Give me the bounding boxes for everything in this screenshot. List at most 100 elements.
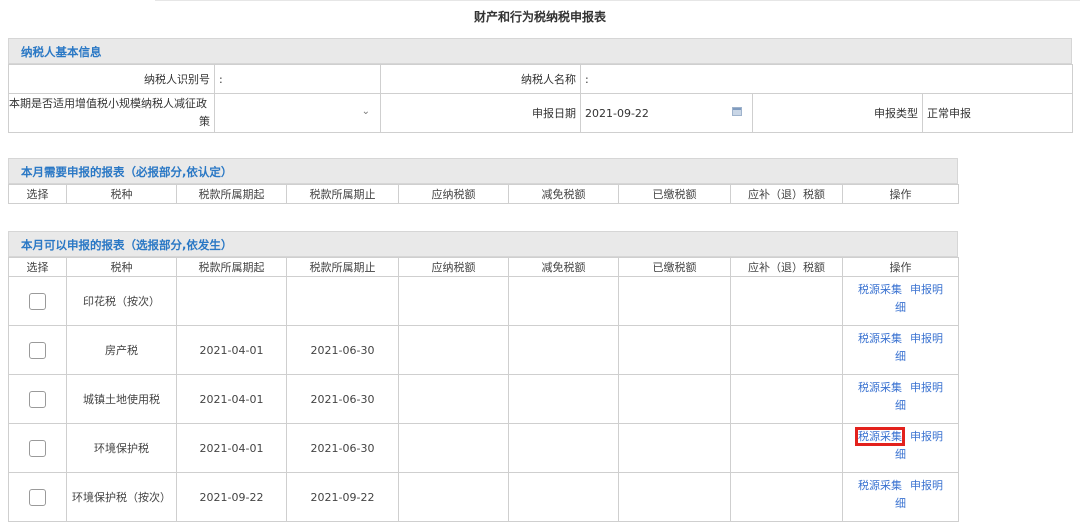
reduction-cell (508, 276, 619, 326)
declaration-detail-link[interactable]: 申报明 (910, 430, 943, 443)
payable-cell (398, 472, 509, 522)
period-end: 2021-09-22 (286, 472, 399, 522)
tax-name: 印花税（按次） (66, 276, 177, 326)
declaration-detail-link-cont[interactable]: 细 (895, 448, 906, 461)
type-value: 正常申报 (922, 93, 1073, 133)
due-cell (730, 423, 843, 473)
ops-cell: 税源采集 申报明 细 (842, 276, 959, 326)
declaration-detail-link[interactable]: 申报明 (910, 479, 943, 492)
col-end: 税款所属期止 (286, 257, 399, 277)
declaration-detail-link[interactable]: 申报明 (910, 381, 943, 394)
row-checkbox[interactable] (29, 439, 46, 457)
reduction-cell (508, 472, 619, 522)
reduction-cell (508, 325, 619, 375)
col-start: 税款所属期起 (176, 184, 287, 204)
payable-cell (398, 423, 509, 473)
col-reduction: 减免税额 (508, 184, 619, 204)
basic-info-header: 纳税人基本信息 (8, 38, 1072, 64)
period-end: 2021-06-30 (286, 325, 399, 375)
taxpayer-id-value: : (214, 64, 381, 94)
due-cell (730, 374, 843, 424)
table-row: 印花税（按次） 税源采集 申报明 细 (8, 276, 959, 326)
tax-name: 城镇土地使用税 (66, 374, 177, 424)
tax-source-collect-link[interactable]: 税源采集 (858, 381, 902, 394)
row-checkbox[interactable] (29, 292, 46, 310)
taxpayer-name-value: : (580, 64, 1073, 94)
declaration-detail-link[interactable]: 申报明 (910, 283, 943, 296)
period-start: 2021-04-01 (176, 423, 287, 473)
row-checkbox[interactable] (29, 488, 46, 506)
paid-cell (618, 472, 731, 522)
chevron-down-icon: ⌄ (361, 106, 370, 117)
page-title: 财产和行为税纳税申报表 (473, 10, 606, 24)
period-end: 2021-06-30 (286, 374, 399, 424)
col-due: 应补（退）税额 (730, 184, 843, 204)
ops-cell: 税源采集 申报明 细 (842, 374, 959, 424)
col-select: 选择 (8, 257, 67, 277)
policy-label: 本期是否适用增值税小规模纳税人减征政 策 (8, 93, 215, 133)
declaration-detail-link[interactable]: 申报明 (910, 332, 943, 345)
declaration-detail-link-cont[interactable]: 细 (895, 399, 906, 412)
payable-cell (398, 325, 509, 375)
col-select: 选择 (8, 184, 67, 204)
col-reduction: 减免税额 (508, 257, 619, 277)
policy-label-line2: 策 (199, 115, 210, 128)
row-checkbox[interactable] (29, 390, 46, 408)
declaration-detail-link-cont[interactable]: 细 (895, 301, 906, 314)
payable-cell (398, 276, 509, 326)
col-payable: 应纳税额 (398, 184, 509, 204)
policy-select[interactable]: ⌄ (214, 93, 381, 133)
ops-cell: 税源采集 申报明 细 (842, 423, 959, 473)
tax-source-collect-link[interactable]: 税源采集 (858, 479, 902, 492)
optional-table: 选择 税种 税款所属期起 税款所属期止 应纳税额 减免税额 已缴税额 应补（退）… (8, 257, 959, 522)
optional-section: 本月可以申报的报表（选报部分,依发生） 选择 税种 税款所属期起 税款所属期止 … (8, 231, 959, 522)
paid-cell (618, 423, 731, 473)
basic-info-table: 纳税人识别号 : 纳税人名称 : 本期是否适用增值税小规模纳税人减征政 策 ⌄ … (8, 64, 1073, 133)
col-payable: 应纳税额 (398, 257, 509, 277)
declaration-detail-link-cont[interactable]: 细 (895, 350, 906, 363)
reduction-cell (508, 423, 619, 473)
reduction-cell (508, 374, 619, 424)
col-tax: 税种 (66, 184, 177, 204)
col-paid: 已缴税额 (618, 184, 731, 204)
paid-cell (618, 374, 731, 424)
period-start: 2021-04-01 (176, 325, 287, 375)
tax-source-collect-link-highlighted[interactable]: 税源采集 (855, 427, 905, 446)
basic-info-section: 纳税人基本信息 纳税人识别号 : 纳税人名称 : 本期是否适用增值税小规模纳税人… (8, 38, 1073, 133)
tax-name: 环境保护税（按次） (66, 472, 177, 522)
table-row: 房产税 2021-04-01 2021-06-30 税源采集 申报明 细 (8, 325, 959, 375)
taxpayer-id-label: 纳税人识别号 (8, 64, 215, 94)
paid-cell (618, 325, 731, 375)
tax-name: 环境保护税 (66, 423, 177, 473)
calendar-icon[interactable] (732, 107, 742, 116)
policy-label-line1: 本期是否适用增值税小规模纳税人减征政 (9, 97, 207, 110)
ops-cell: 税源采集 申报明 细 (842, 472, 959, 522)
paid-cell (618, 276, 731, 326)
top-bar: 财产和行为税纳税申报表 (0, 0, 1080, 34)
due-cell (730, 325, 843, 375)
tax-source-collect-link[interactable]: 税源采集 (858, 332, 902, 345)
table-row: 城镇土地使用税 2021-04-01 2021-06-30 税源采集 申报明 细 (8, 374, 959, 424)
tax-source-collect-link[interactable]: 税源采集 (858, 283, 902, 296)
col-start: 税款所属期起 (176, 257, 287, 277)
col-ops: 操作 (842, 257, 959, 277)
required-section: 本月需要申报的报表（必报部分,依认定） 选择 税种 税款所属期起 税款所属期止 … (8, 158, 959, 204)
tax-name: 房产税 (66, 325, 177, 375)
date-field[interactable]: 2021-09-22 (580, 93, 753, 133)
due-cell (730, 276, 843, 326)
payable-cell (398, 374, 509, 424)
period-end (286, 276, 399, 326)
col-ops: 操作 (842, 184, 959, 204)
table-row: 环境保护税 2021-04-01 2021-06-30 税源采集 申报明 细 (8, 423, 959, 473)
taxpayer-name-label: 纳税人名称 (380, 64, 581, 94)
period-end: 2021-06-30 (286, 423, 399, 473)
required-table: 选择 税种 税款所属期起 税款所属期止 应纳税额 减免税额 已缴税额 应补（退）… (8, 184, 959, 204)
type-label: 申报类型 (752, 93, 923, 133)
date-value: 2021-09-22 (585, 106, 649, 120)
row-checkbox[interactable] (29, 341, 46, 359)
col-end: 税款所属期止 (286, 184, 399, 204)
required-header: 本月需要申报的报表（必报部分,依认定） (8, 158, 958, 184)
declaration-detail-link-cont[interactable]: 细 (895, 497, 906, 510)
period-start: 2021-04-01 (176, 374, 287, 424)
table-row: 环境保护税（按次） 2021-09-22 2021-09-22 税源采集 申报明 … (8, 472, 959, 522)
